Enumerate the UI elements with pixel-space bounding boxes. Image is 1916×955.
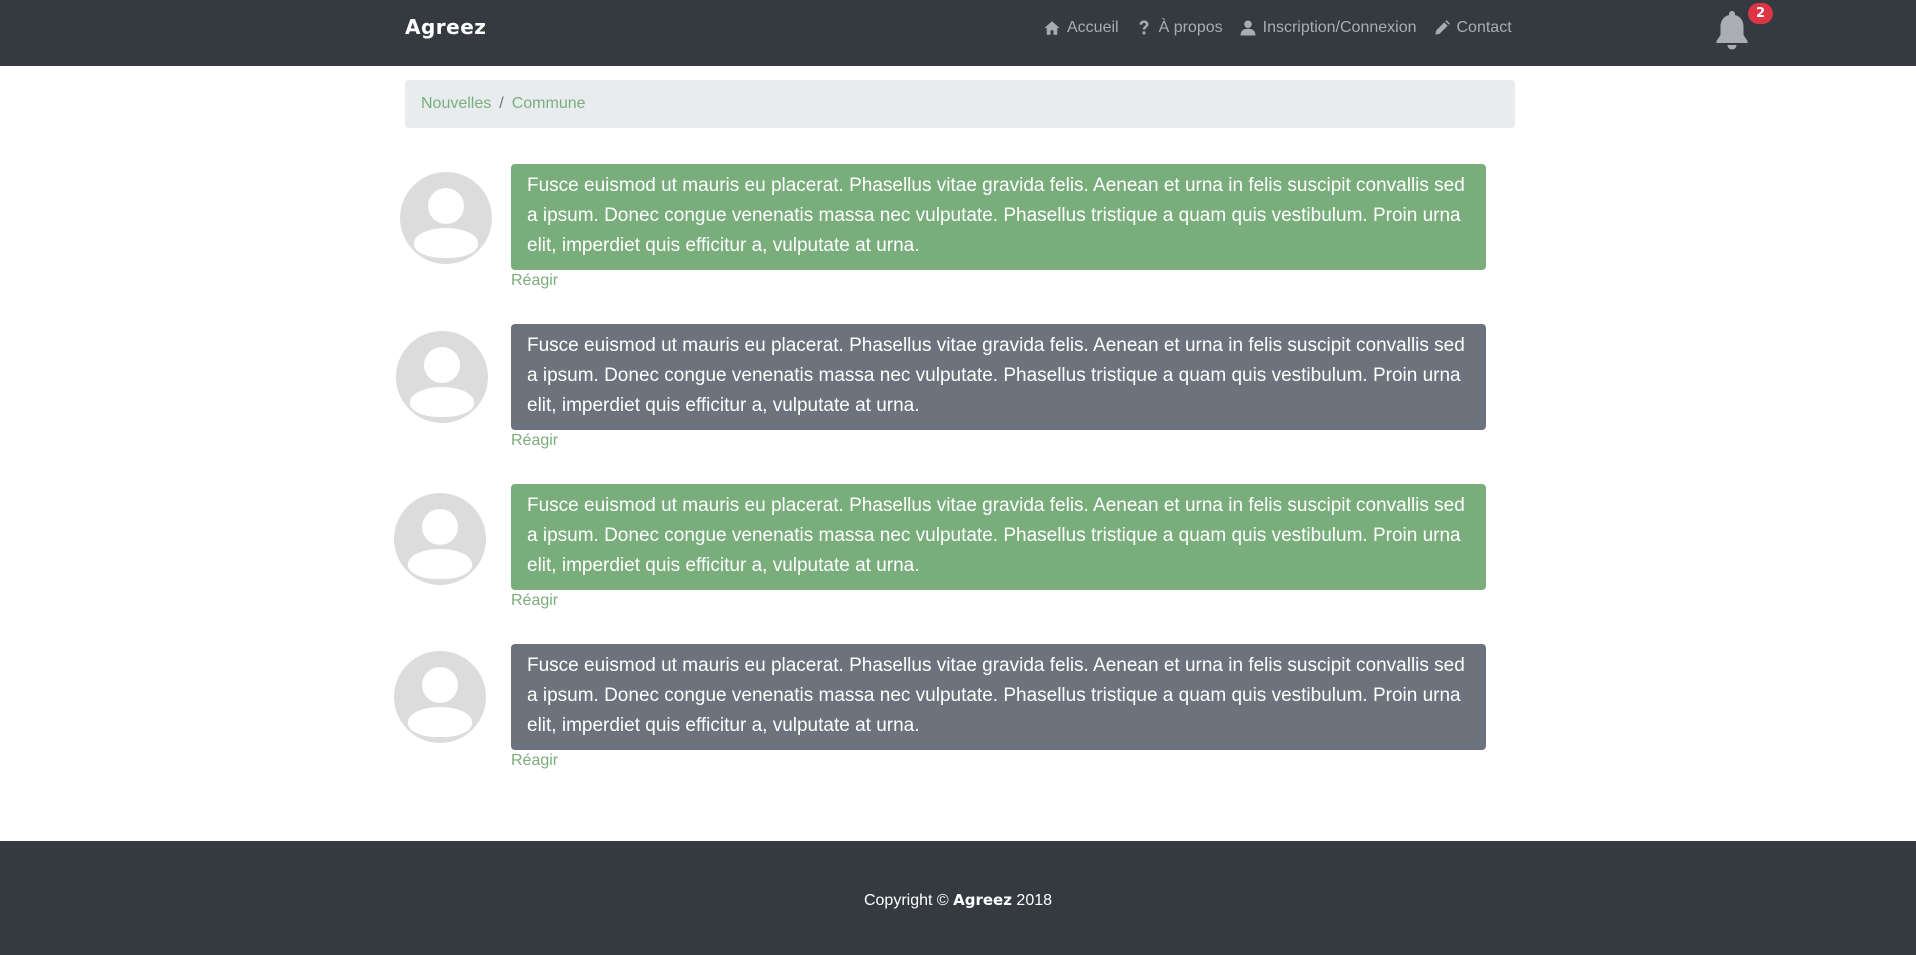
question-icon [1139, 20, 1149, 35]
message-text: Fusce euismod ut mauris eu placerat. Pha… [511, 324, 1486, 430]
nav-item-contact[interactable]: Contact [1433, 19, 1512, 37]
nav-item-label: Inscription/Connexion [1262, 19, 1417, 36]
message-text: Fusce euismod ut mauris eu placerat. Pha… [511, 644, 1486, 750]
nav-item-label: À propos [1158, 19, 1223, 36]
react-link[interactable]: Réagir [511, 752, 558, 770]
nav-item-inscription-connexion[interactable]: Inscription/Connexion [1239, 19, 1417, 37]
copyright-year: 2018 [1016, 892, 1053, 909]
brand-logo[interactable]: Agreez [405, 15, 486, 39]
nav-item-label: Accueil [1067, 19, 1119, 36]
avatar [394, 651, 486, 743]
pen-icon [1434, 20, 1450, 35]
copyright-text: Copyright © Agreez 2018 [0, 891, 1916, 910]
bell-icon [1716, 11, 1748, 50]
footer: Copyright © Agreez 2018 [0, 841, 1916, 955]
breadcrumb-item-commune[interactable]: Commune [512, 95, 586, 113]
nav-item-accueil[interactable]: Accueil [1043, 19, 1119, 37]
message-text: Fusce euismod ut mauris eu placerat. Pha… [511, 484, 1486, 590]
avatar [394, 493, 486, 585]
avatar [396, 331, 488, 423]
home-icon [1044, 21, 1060, 35]
react-link[interactable]: Réagir [511, 432, 558, 450]
notifications-button[interactable] [1714, 10, 1750, 50]
nav-item-label: Contact [1456, 19, 1512, 36]
message-text: Fusce euismod ut mauris eu placerat. Pha… [511, 164, 1486, 270]
nav-item-a-propos[interactable]: À propos [1135, 19, 1223, 37]
breadcrumb-separator: / [499, 95, 504, 112]
main-nav: Accueil À propos Inscription/Connexion C… [1043, 19, 1512, 37]
top-navbar: Agreez Accueil À propos Inscription/Conn… [0, 0, 1916, 66]
notification-count-badge: 2 [1748, 3, 1773, 24]
footer-brand: Agreez [953, 891, 1012, 909]
react-link[interactable]: Réagir [511, 272, 558, 290]
react-link[interactable]: Réagir [511, 592, 558, 610]
breadcrumb-item-nouvelles[interactable]: Nouvelles [421, 95, 491, 113]
avatar [400, 172, 492, 264]
user-icon [1240, 20, 1256, 36]
breadcrumb: Nouvelles / Commune [405, 80, 1515, 128]
copyright-prefix: Copyright © [863, 892, 949, 909]
